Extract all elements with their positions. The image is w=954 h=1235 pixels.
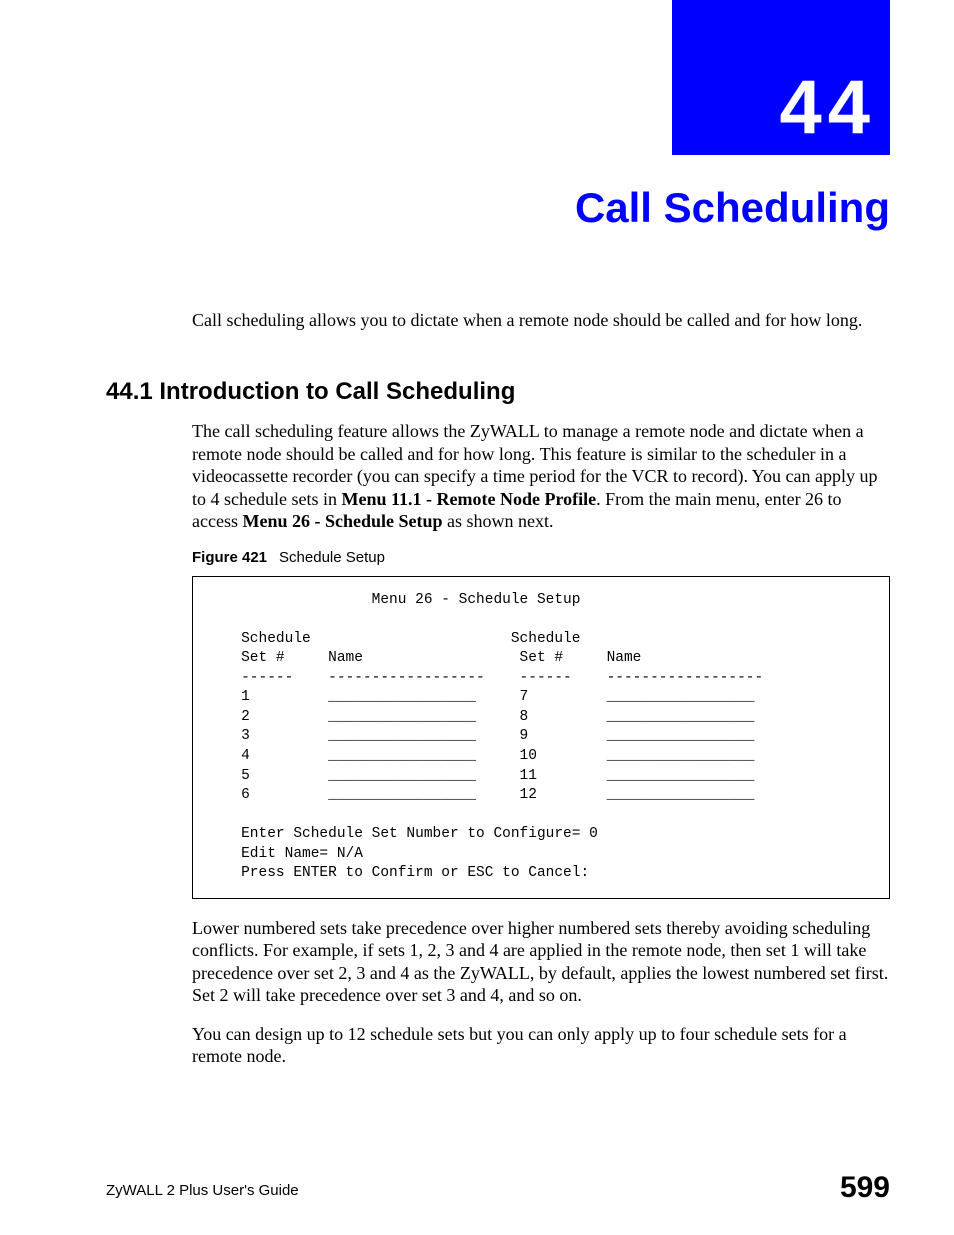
- para1-bold-1: Menu 11.1 - Remote Node Profile: [341, 489, 596, 509]
- section-para-1: The call scheduling feature allows the Z…: [192, 420, 890, 533]
- figure-title: Schedule Setup: [279, 549, 385, 566]
- section-para-3: You can design up to 12 schedule sets bu…: [192, 1023, 890, 1068]
- terminal-screenshot: Menu 26 - Schedule Setup Schedule Schedu…: [192, 576, 890, 899]
- section-body: The call scheduling feature allows the Z…: [192, 420, 890, 1084]
- footer-guide-title: ZyWALL 2 Plus User's Guide: [106, 1182, 299, 1199]
- chapter-number-box: 44: [672, 0, 890, 155]
- chapter-intro-block: Call scheduling allows you to dictate wh…: [192, 310, 890, 379]
- para1-bold-2: Menu 26 - Schedule Setup: [242, 511, 442, 531]
- section-para-2: Lower numbered sets take precedence over…: [192, 917, 890, 1007]
- footer-page-number: 599: [840, 1171, 890, 1205]
- section-heading: 44.1 Introduction to Call Scheduling: [106, 378, 515, 406]
- figure-caption: Figure 421 Schedule Setup: [192, 549, 890, 566]
- page: 44 Call Scheduling Call scheduling allow…: [0, 0, 954, 1235]
- chapter-number: 44: [779, 64, 876, 151]
- chapter-intro-text: Call scheduling allows you to dictate wh…: [192, 310, 890, 331]
- para1-text-c: as shown next.: [443, 511, 554, 531]
- figure-label: Figure 421: [192, 549, 267, 566]
- chapter-title: Call Scheduling: [575, 184, 890, 232]
